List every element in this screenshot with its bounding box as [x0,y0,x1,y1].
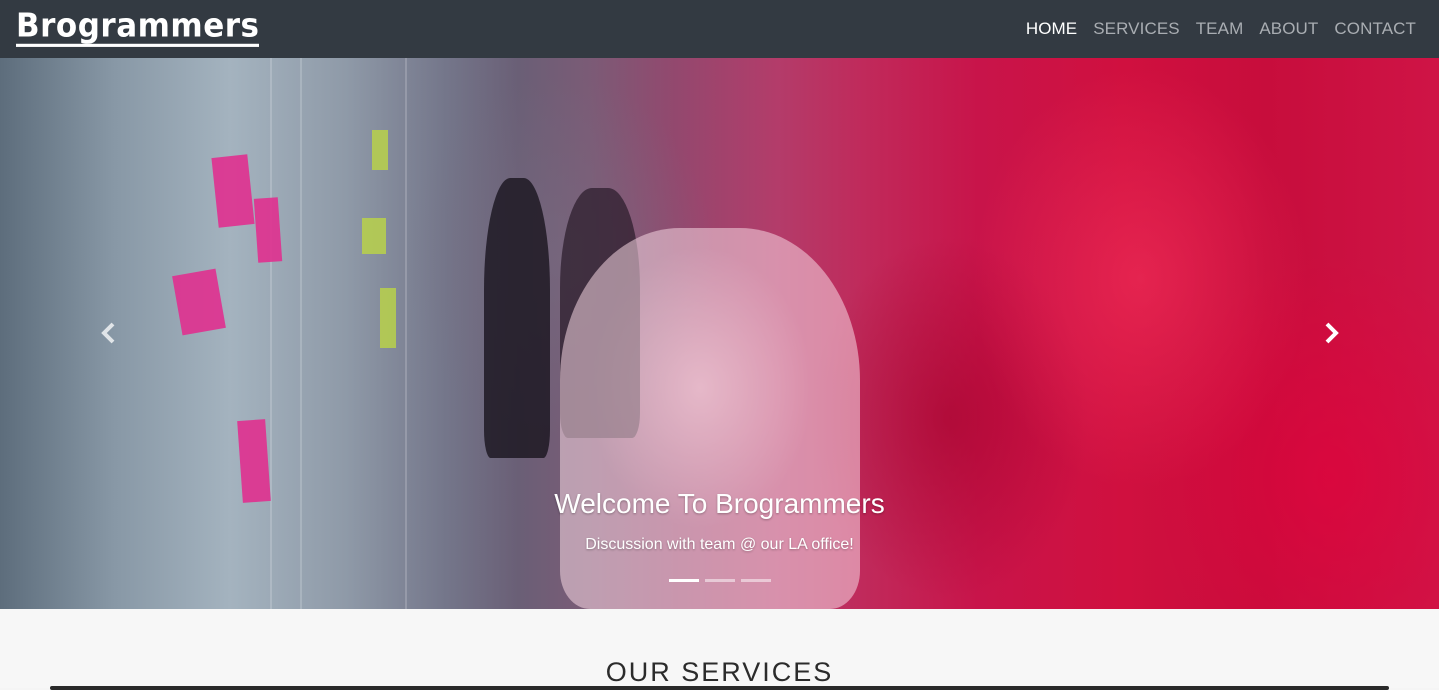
sticky-note [362,218,386,254]
caption-title: Welcome To Brogrammers [554,488,885,519]
nav-link-contact[interactable]: CONTACT [1334,19,1416,39]
nav-link-home[interactable]: HOME [1026,19,1077,39]
nav-links: HOME SERVICES TEAM ABOUT CONTACT [1026,19,1416,39]
service-card-edge [50,686,1389,690]
chevron-left-icon [101,322,115,344]
navbar: Brogrammers HOME SERVICES TEAM ABOUT CON… [0,0,1439,58]
carousel-indicator-1[interactable] [668,579,699,582]
section-title: OUR SERVICES [605,657,834,687]
carousel-indicator-3[interactable] [740,579,771,582]
sticky-note [372,130,388,170]
carousel-indicator-2[interactable] [704,579,735,582]
carousel-next-button[interactable] [1312,313,1352,353]
services-section: OUR SERVICES [0,609,1439,690]
chevron-right-icon [1325,322,1339,344]
carousel-indicators [0,579,1439,582]
carousel-caption: Welcome To Brogrammers Discussion with t… [0,488,1439,554]
sticky-note [172,268,226,336]
nav-link-about[interactable]: ABOUT [1259,19,1318,39]
hero-carousel: Welcome To Brogrammers Discussion with t… [0,58,1439,609]
carousel-prev-button[interactable] [88,313,128,353]
sticky-note [253,197,283,263]
caption-subtitle: Discussion with team @ our LA office! [585,536,854,553]
sticky-note [380,288,396,348]
sticky-note [211,154,255,228]
person-figure [484,178,550,458]
nav-link-services[interactable]: SERVICES [1093,19,1179,39]
brand-logo[interactable]: Brogrammers [16,8,260,47]
nav-link-team[interactable]: TEAM [1196,19,1244,39]
